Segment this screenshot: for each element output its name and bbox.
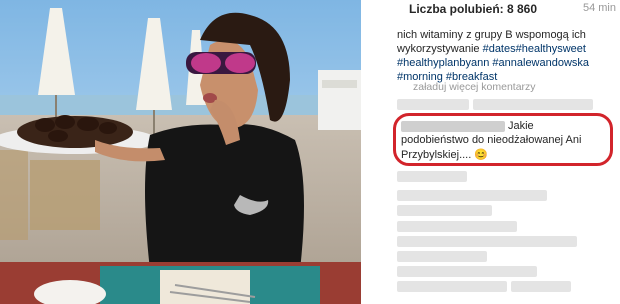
comment-text: podobieństwo do nieodżałowanej Ani [401,134,582,146]
caption-line: nich witaminy z grupy B wspomogą ich [397,29,586,41]
caption-pane: Liczba polubień: 8 860 54 min nich witam… [361,0,620,304]
blurred-username [401,121,505,132]
comment-text: Jakie [508,120,534,132]
post-photo[interactable] [0,0,361,304]
hashtag-link[interactable]: #dates#healthysweet [483,43,586,55]
blurred-comment [397,190,547,201]
comment-text: Przybylskiej.... 😊 [401,149,489,161]
likes-count[interactable]: Liczba polubień: 8 860 [409,2,537,16]
blurred-comment [397,266,537,277]
blurred-comment [473,99,593,110]
blurred-username [397,99,469,110]
blurred-comment [397,171,467,182]
load-more-comments-link[interactable]: załaduj więcej komentarzy [413,81,536,93]
hashtag-link[interactable]: #healthyplanbyann #annalewandowska [397,57,589,69]
blurred-comment [397,221,517,232]
caption-text: wykorzystywanie [397,43,483,55]
blurred-comment [397,251,487,262]
blurred-comment [511,281,571,292]
blurred-comment [397,281,507,292]
post-time: 54 min [582,2,616,14]
caption-line: wykorzystywanie #dates#healthysweet [397,43,586,55]
blurred-comment [397,236,577,247]
blurred-comment [397,205,492,216]
